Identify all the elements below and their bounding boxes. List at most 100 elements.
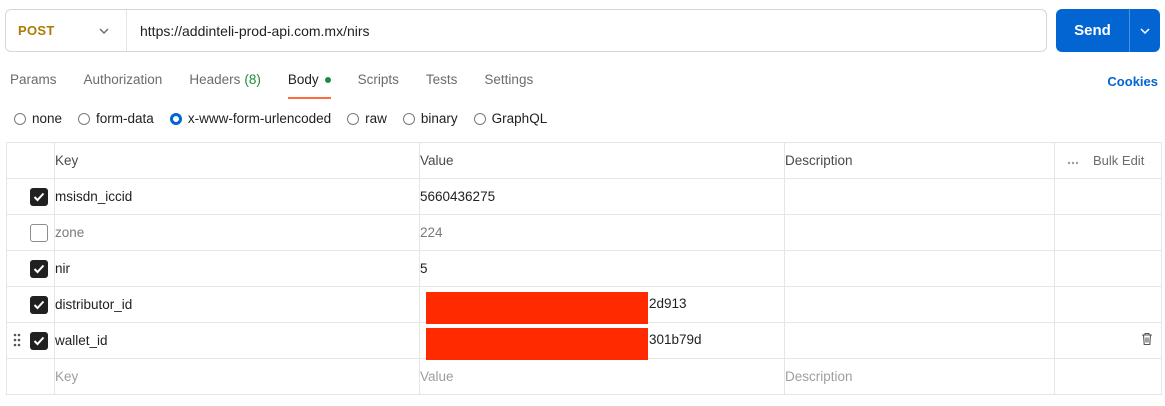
checkbox-checked[interactable] bbox=[30, 295, 48, 314]
tab-label: Authorization bbox=[83, 72, 163, 87]
checkmark-icon bbox=[33, 192, 45, 201]
description-cell[interactable] bbox=[784, 178, 1055, 215]
table-row: distributor_id 2d913 bbox=[6, 286, 1162, 324]
tab-label: Settings bbox=[484, 72, 534, 87]
tab-body[interactable]: Body bbox=[287, 72, 331, 99]
body-type-form-data[interactable]: form-data bbox=[78, 111, 154, 126]
row-actions-cell bbox=[1054, 286, 1162, 323]
body-type-none[interactable]: none bbox=[14, 111, 62, 126]
checkmark-icon bbox=[33, 336, 45, 345]
tab-label: Body bbox=[287, 72, 319, 87]
params-table: Key Value Description Bulk Edit msisdn_i… bbox=[6, 142, 1162, 395]
checkbox-unchecked[interactable] bbox=[30, 223, 48, 242]
cookies-link[interactable]: Cookies bbox=[1107, 74, 1158, 89]
table-row: wallet_id 301b79d bbox=[6, 322, 1162, 360]
key-cell[interactable]: nir bbox=[54, 250, 420, 287]
headers-count: (8) bbox=[244, 72, 261, 87]
checkbox-checked[interactable] bbox=[30, 331, 48, 350]
radio-icon bbox=[473, 112, 486, 125]
description-cell[interactable] bbox=[784, 214, 1055, 251]
value-visible-text: 301b79d bbox=[649, 332, 702, 347]
table-row-new: Key Value Description bbox=[6, 358, 1162, 395]
chevron-down-icon bbox=[1140, 27, 1150, 34]
tab-params[interactable]: Params bbox=[10, 72, 57, 98]
send-button-group: Send bbox=[1056, 9, 1160, 52]
send-button[interactable]: Send bbox=[1056, 9, 1129, 52]
radio-label: binary bbox=[420, 111, 458, 126]
more-dots-icon bbox=[1067, 153, 1079, 168]
row-checkbox-cell bbox=[6, 214, 55, 251]
body-type-radio-group: none form-data x-www-form-urlencoded raw… bbox=[14, 111, 563, 126]
body-type-graphql[interactable]: GraphQL bbox=[473, 111, 548, 126]
body-type-binary[interactable]: binary bbox=[402, 111, 458, 126]
row-checkbox-cell bbox=[6, 286, 55, 323]
value-cell[interactable]: 5660436275 bbox=[419, 178, 785, 215]
send-options-button[interactable] bbox=[1130, 9, 1160, 52]
request-url-bar: POST https://addinteli-prod-api.com.mx/n… bbox=[5, 9, 1047, 52]
redaction-block bbox=[426, 292, 648, 324]
checkbox-checked[interactable] bbox=[30, 259, 48, 278]
tab-scripts[interactable]: Scripts bbox=[358, 72, 399, 98]
description-cell[interactable] bbox=[784, 286, 1055, 323]
radio-label: form-data bbox=[96, 111, 154, 126]
radio-label: GraphQL bbox=[491, 111, 548, 126]
description-cell[interactable] bbox=[784, 322, 1055, 359]
tab-headers[interactable]: Headers (8) bbox=[189, 72, 261, 98]
radio-icon bbox=[14, 112, 26, 125]
key-cell[interactable]: distributor_id bbox=[54, 286, 420, 323]
body-active-dot-icon bbox=[324, 77, 331, 83]
tab-settings[interactable]: Settings bbox=[484, 72, 533, 98]
row-checkbox-cell bbox=[6, 358, 55, 395]
tab-tests[interactable]: Tests bbox=[426, 72, 458, 98]
method-select[interactable]: POST bbox=[6, 10, 127, 51]
trash-icon[interactable] bbox=[1141, 332, 1153, 349]
value-cell[interactable]: 301b79d bbox=[419, 322, 785, 360]
bulk-edit-button[interactable]: Bulk Edit bbox=[1055, 153, 1161, 168]
row-checkbox-cell bbox=[6, 322, 55, 359]
column-header-value: Value bbox=[419, 142, 785, 179]
radio-selected-icon bbox=[169, 112, 182, 125]
table-row: zone 224 bbox=[6, 214, 1162, 251]
row-actions-cell bbox=[1054, 358, 1162, 395]
method-label: POST bbox=[18, 23, 55, 38]
radio-label: raw bbox=[365, 111, 387, 126]
value-cell[interactable]: 224 bbox=[419, 214, 785, 251]
checkmark-icon bbox=[33, 264, 45, 273]
checkbox-checked[interactable] bbox=[30, 187, 48, 206]
body-type-raw[interactable]: raw bbox=[347, 111, 387, 126]
radio-icon bbox=[78, 112, 91, 125]
key-cell[interactable]: wallet_id bbox=[54, 322, 420, 359]
column-header-description: Description bbox=[784, 142, 1055, 179]
new-value-input[interactable]: Value bbox=[419, 358, 785, 395]
new-description-input[interactable]: Description bbox=[784, 358, 1055, 395]
url-input[interactable]: https://addinteli-prod-api.com.mx/nirs bbox=[127, 23, 370, 39]
value-cell[interactable]: 2d913 bbox=[419, 286, 785, 324]
tab-label: Params bbox=[10, 72, 57, 87]
value-cell[interactable]: 5 bbox=[419, 250, 785, 287]
tab-label: Tests bbox=[425, 72, 458, 87]
radio-icon bbox=[402, 112, 415, 125]
header-checkbox-cell bbox=[6, 142, 55, 179]
new-key-input[interactable]: Key bbox=[54, 358, 420, 395]
bulk-edit-cell: Bulk Edit bbox=[1054, 142, 1162, 179]
description-cell[interactable] bbox=[784, 250, 1055, 287]
table-header-row: Key Value Description Bulk Edit bbox=[6, 142, 1162, 179]
key-cell[interactable]: zone bbox=[54, 214, 420, 251]
chevron-down-icon bbox=[99, 26, 109, 36]
row-checkbox-cell bbox=[6, 250, 55, 287]
table-row: msisdn_iccid 5660436275 bbox=[6, 178, 1162, 215]
tab-label: Scripts bbox=[357, 72, 399, 87]
redaction-block bbox=[426, 328, 648, 360]
row-actions-cell bbox=[1054, 322, 1162, 359]
bulk-edit-label: Bulk Edit bbox=[1093, 153, 1145, 168]
tab-label: Headers bbox=[189, 72, 241, 87]
row-actions-cell bbox=[1054, 250, 1162, 287]
tab-authorization[interactable]: Authorization bbox=[84, 72, 163, 98]
request-tabs: Params Authorization Headers (8) Body Scr… bbox=[10, 72, 560, 99]
row-checkbox-cell bbox=[6, 178, 55, 215]
body-type-urlencoded[interactable]: x-www-form-urlencoded bbox=[169, 111, 331, 126]
key-cell[interactable]: msisdn_iccid bbox=[54, 178, 420, 215]
drag-handle-icon[interactable] bbox=[13, 333, 21, 350]
checkmark-icon bbox=[33, 300, 45, 309]
radio-icon bbox=[347, 112, 360, 125]
